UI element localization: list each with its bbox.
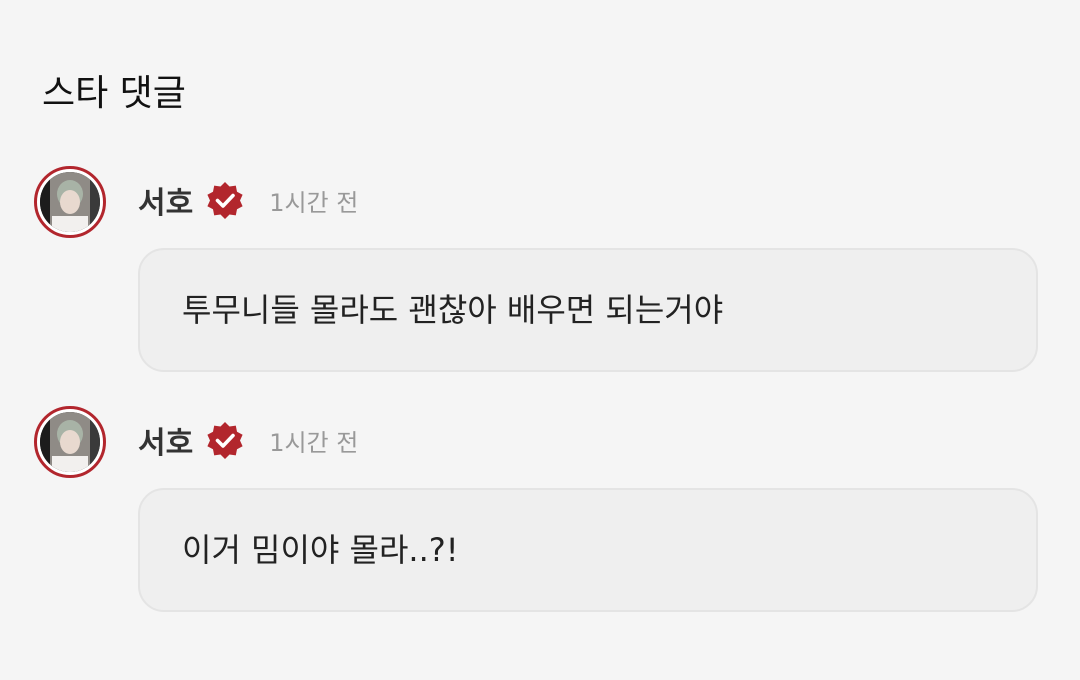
comment-item: 서호 1시간 전 이거 밈이야 몰라..?! (0, 406, 1080, 616)
comment-bubble: 이거 밈이야 몰라..?! (138, 488, 1038, 612)
verified-badge-icon (205, 420, 245, 460)
author-name[interactable]: 서호 (138, 178, 193, 222)
avatar[interactable] (34, 166, 106, 238)
avatar-photo (40, 172, 100, 232)
comment-meta: 서호 1시간 전 (138, 418, 359, 462)
avatar-image (40, 412, 100, 472)
comment-item: 서호 1시간 전 투무니들 몰라도 괜찮아 배우면 되는거야 (0, 166, 1080, 376)
section-title: 스타 댓글 (42, 73, 186, 114)
timestamp: 1시간 전 (269, 428, 359, 457)
avatar[interactable] (34, 406, 106, 478)
avatar-image (40, 172, 100, 232)
timestamp: 1시간 전 (269, 188, 359, 217)
comment-bubble: 투무니들 몰라도 괜찮아 배우면 되는거야 (138, 248, 1038, 372)
verified-badge-icon (205, 180, 245, 220)
avatar-photo (40, 412, 100, 472)
comment-text: 투무니들 몰라도 괜찮아 배우면 되는거야 (182, 291, 724, 329)
comment-meta: 서호 1시간 전 (138, 178, 359, 222)
author-name[interactable]: 서호 (138, 418, 193, 462)
comment-text: 이거 밈이야 몰라..?! (182, 531, 459, 569)
